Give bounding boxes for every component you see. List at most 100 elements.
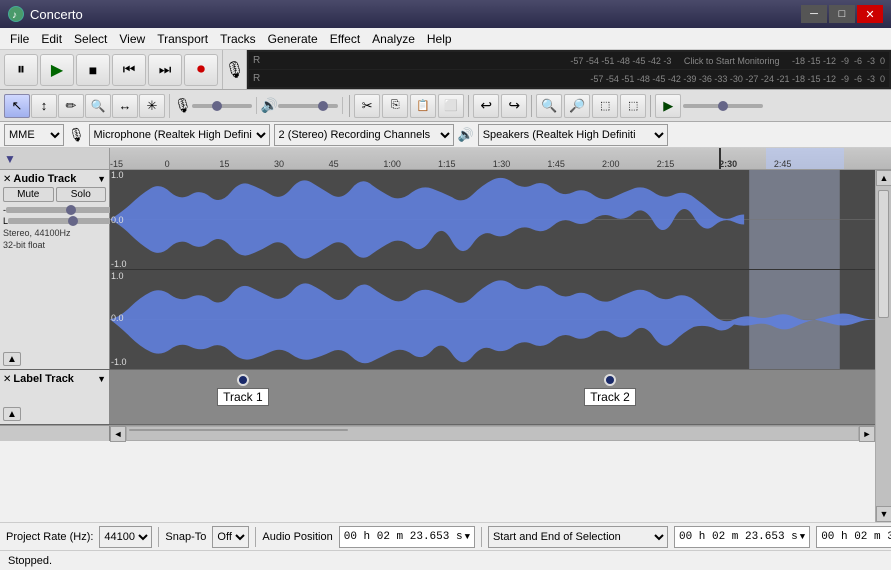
cut-button[interactable]: ✂ [354,94,380,118]
app-title: Concerto [30,7,801,22]
zoom-tool-button[interactable]: 🔍 [85,94,111,118]
status-text: Stopped. [8,555,52,567]
select-tool-button[interactable]: ↖ [4,94,30,118]
mic-icon: 🎙 [224,60,244,80]
content-zone: ▼ -15 0 15 30 45 1:00 1:15 1:30 1:45 2:0… [0,148,891,522]
trim-icon: ⬜ [444,99,458,112]
select-tool-icon: ↖ [12,98,23,114]
mic-volume-slider[interactable] [192,104,252,108]
bottom-zone: Project Rate (Hz): 44100 Snap-To Off Aud… [0,522,891,570]
audio-position-dropdown[interactable]: ▼ [465,532,470,542]
audio-host-select[interactable]: MME [4,124,64,146]
skip-back-button[interactable]: ⏮ [112,54,146,86]
status-bar: Stopped. [0,550,891,570]
menu-analyze[interactable]: Analyze [366,30,421,48]
ruler-area[interactable]: -15 0 15 30 45 1:00 1:15 1:30 1:45 2:00 … [110,148,891,169]
v-scroll-track[interactable] [876,186,891,506]
audio-track-collapse[interactable]: ▲ [3,352,21,366]
mic-small-icon: 🎙 [68,127,85,143]
vu-scale-bottom: -57 -54 -51 -48 -45 -42 -39 -36 -33 -30 … [249,70,889,87]
device-row: MME 🎙 Microphone (Realtek High Defini 2 … [0,122,891,148]
project-rate-label: Project Rate (Hz): [6,531,93,543]
trim-button[interactable]: ⬜ [438,94,464,118]
undo-button[interactable]: ↩ [473,94,499,118]
mute-button[interactable]: Mute [3,187,54,202]
zoom-in-button[interactable]: 🔍 [536,94,562,118]
draw-tool-button[interactable]: ✏ [58,94,84,118]
copy-button[interactable]: ⎘ [382,94,408,118]
audio-track-close[interactable]: ✕ [3,174,11,185]
menu-select[interactable]: Select [68,30,113,48]
zoom-out-button[interactable]: 🔎 [564,94,590,118]
label-track: ✕ Label Track ▼ ▲ Tr [0,370,875,425]
menu-help[interactable]: Help [421,30,458,48]
menu-tracks[interactable]: Tracks [214,30,262,48]
selection-start-dropdown[interactable]: ▼ [800,532,805,542]
close-button[interactable]: ✕ [857,5,883,23]
v-scrollbar[interactable]: ▲ ▼ [875,170,891,522]
multi-tool-button[interactable]: ✳ [139,94,165,118]
project-rate-select[interactable]: 44100 [99,526,152,548]
label-track-name: Label Track [13,373,97,385]
label-track-close[interactable]: ✕ [3,374,11,385]
redo-icon: ↪ [508,97,520,114]
timeshift-tool-icon: ↔ [119,98,132,113]
playback-speed-slider[interactable] [683,104,763,108]
label-track-dropdown[interactable]: ▼ [97,374,106,384]
play-icon: ▶ [51,60,63,80]
selection-format-select[interactable]: Start and End of Selection [488,526,668,548]
scroll-left-button[interactable]: ◄ [110,426,126,442]
paste-icon: 📋 [416,99,430,112]
speaker-small-icon: 🔊 [458,127,474,143]
label-track-content[interactable]: Track 1 Track 2 [110,370,875,424]
menu-transport[interactable]: Transport [151,30,214,48]
title-bar: ♪ Concerto ─ □ ✕ [0,0,891,28]
audio-track-waveform[interactable]: 1.0 0.0 -1.0 [110,170,875,369]
h-scroll-track[interactable] [126,426,859,441]
channels-select[interactable]: 2 (Stereo) Recording Channels [274,124,454,146]
timeshift-tool-button[interactable]: ↔ [112,94,138,118]
track-info: Stereo, 44100Hz 32-bit float [3,228,106,251]
play-at-speed-button[interactable]: ▶ [655,94,681,118]
redo-button[interactable]: ↪ [501,94,527,118]
menu-view[interactable]: View [113,30,151,48]
vu-scale-top-text: -57 -54 -51 -48 -45 -42 -3 Click to Star… [570,56,885,66]
audio-position-value: 00 h 02 m 23.653 s [344,531,463,543]
paste-button[interactable]: 📋 [410,94,436,118]
snap-to-label: Snap-To [165,531,206,543]
audio-track-header: ✕ Audio Track ▼ Mute Solo - + [0,170,110,369]
input-device-select[interactable]: Microphone (Realtek High Defini [89,124,270,146]
stop-button[interactable]: ■ [76,54,110,86]
label-pin-2 [604,374,616,386]
menu-effect[interactable]: Effect [324,30,366,48]
menu-generate[interactable]: Generate [262,30,324,48]
menu-edit[interactable]: Edit [35,30,68,48]
snap-to-select[interactable]: Off [212,526,249,548]
envelope-tool-button[interactable]: ↕ [31,94,57,118]
menu-file[interactable]: File [4,30,35,48]
output-volume-slider[interactable] [278,104,338,108]
solo-button[interactable]: Solo [56,187,107,202]
scroll-up-button[interactable]: ▲ [876,170,891,186]
scroll-down-button[interactable]: ▼ [876,506,891,522]
record-icon: ⏺ [197,61,205,79]
label-track-collapse[interactable]: ▲ [3,407,21,421]
scroll-right-button[interactable]: ► [859,426,875,442]
pause-button[interactable]: ⏸ [4,54,38,86]
zoom-sel-button[interactable]: ⬚ [592,94,618,118]
selection-end-value: 00 h 02 m 36.776 s [821,531,891,543]
output-device-select[interactable]: Speakers (Realtek High Definiti [478,124,668,146]
record-button[interactable]: ⏺ [184,54,218,86]
mic-level: 🎙 [223,50,247,89]
zoom-out-icon: 🔎 [569,98,585,114]
play-button[interactable]: ▶ [40,54,74,86]
zoom-tool-icon: 🔍 [91,99,106,113]
zoom-fit-button[interactable]: ⬚ [620,94,646,118]
audio-track-dropdown[interactable]: ▼ [97,174,106,184]
skip-fwd-button[interactable]: ⏭ [148,54,182,86]
selection-start-value: 00 h 02 m 23.653 s [679,531,798,543]
maximize-button[interactable]: □ [829,5,855,23]
input-level-indicator: R [253,55,260,66]
minimize-button[interactable]: ─ [801,5,827,23]
h-scrollbar[interactable]: ◄ ► [0,425,875,441]
